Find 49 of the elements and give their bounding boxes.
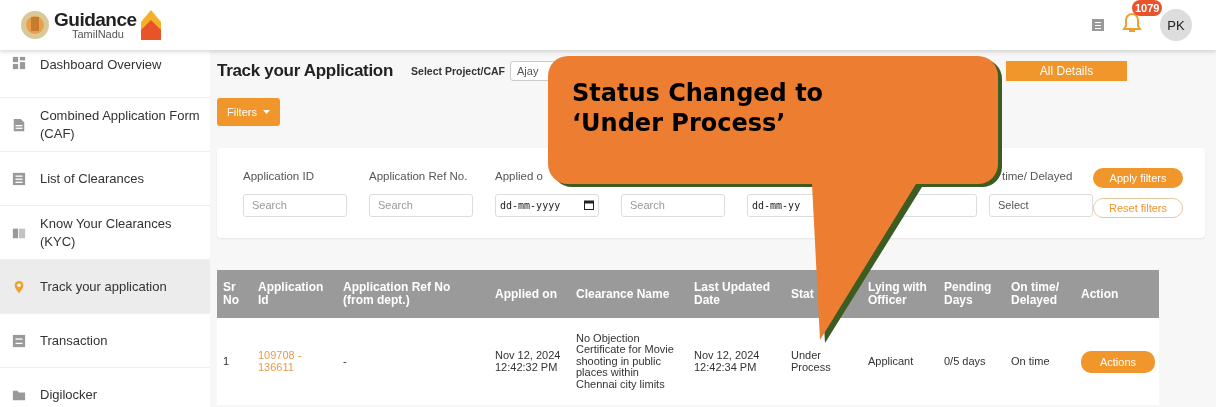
list-icon[interactable] — [1092, 19, 1104, 31]
table-cell: - — [337, 318, 489, 405]
table-cell: Nov 12, 2024 12:42:34 PM — [688, 318, 785, 405]
logo-title: Guidance — [54, 10, 137, 29]
notification-badge: 1079 — [1132, 0, 1163, 16]
column-header: Lying with Officer — [862, 270, 938, 318]
callout-text: Status Changed to ‘Under Process’ — [572, 78, 825, 138]
transaction-icon — [12, 333, 26, 348]
column-header: Action — [1075, 270, 1159, 318]
input-field[interactable]: dd-mm-yyyy — [495, 193, 599, 217]
column-header: Clearance Name — [570, 270, 688, 318]
column-header: Pending Days — [938, 270, 1005, 318]
table-cell: 1 — [217, 318, 252, 405]
user-avatar[interactable]: PK — [1160, 9, 1192, 41]
emblem-icon — [20, 9, 50, 41]
filter-label: Applied o — [495, 169, 544, 184]
calendar-icon[interactable] — [584, 200, 594, 210]
filter-label: Application ID — [243, 169, 315, 184]
input-field[interactable]: Select — [989, 193, 1093, 217]
dashboard-icon — [12, 56, 26, 70]
column-header: Last Updated Date — [688, 270, 785, 318]
filter-label: time/ Delayed — [1001, 169, 1074, 184]
caret-icon — [262, 110, 270, 114]
list-icon — [12, 171, 26, 186]
table-cell: No Objection Certificate for Movie shooting in public places within Chennai city limits — [570, 318, 688, 405]
column-header: Application Ref No (from dept.) — [337, 270, 489, 318]
column-header: On time/ Delayed — [1005, 270, 1075, 318]
logo-subtitle: TamilNadu — [71, 28, 125, 40]
bell-icon[interactable] — [1122, 12, 1142, 34]
page-title: Track your Application — [217, 61, 394, 81]
logo-mark-icon — [140, 10, 161, 40]
sidebar-item[interactable]: List of Clearances — [0, 152, 210, 206]
sidebar-item[interactable]: Track your application — [0, 260, 210, 314]
column-header: Application Id — [252, 270, 337, 318]
location-pin-icon — [12, 279, 26, 294]
sidebar-item[interactable]: Dashboard Overview — [0, 50, 210, 98]
table-cell: Applicant — [862, 318, 938, 405]
filter-label: Application Ref No. — [369, 169, 469, 184]
table-cell: Nov 12, 2024 12:42:32 PM — [489, 318, 570, 405]
sidebar-item[interactable]: Transaction — [0, 314, 210, 368]
table-cell: Under Process — [785, 318, 862, 405]
project-label: Select Project/CAF — [411, 65, 505, 77]
document-icon — [12, 117, 26, 132]
sidebar-item[interactable]: Digilocker — [0, 368, 210, 407]
table-cell: 0/5 days — [938, 318, 1005, 405]
sidebar-item[interactable]: Combined Application Form (CAF) — [0, 98, 210, 152]
column-header: Sr No — [217, 270, 252, 318]
column-header: Applied on — [489, 270, 570, 318]
table-cell: On time — [1005, 318, 1075, 405]
